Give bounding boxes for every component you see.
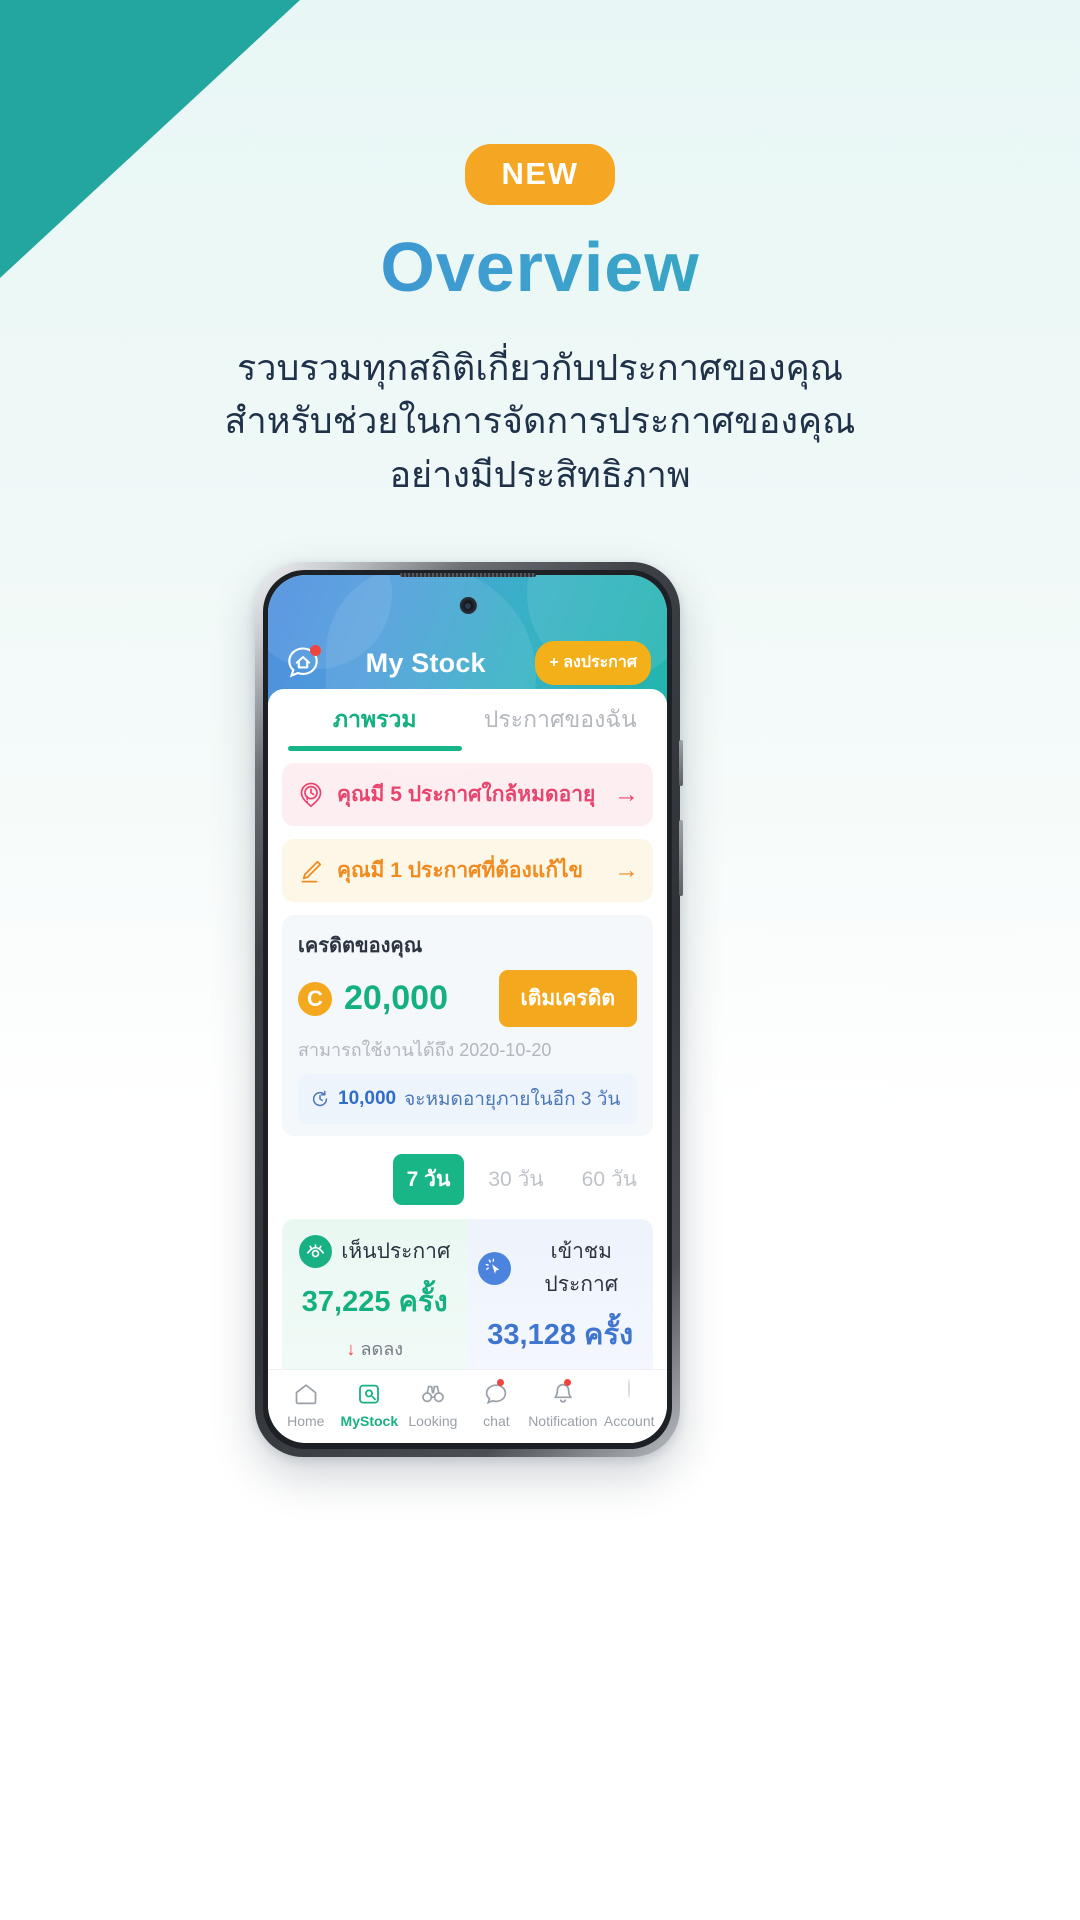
nav-item-home[interactable]: Home (274, 1380, 338, 1429)
alert-expiring-listings[interactable]: คุณมี 5 ประกาศใกล้หมดอายุ → (282, 763, 653, 826)
new-badge: NEW (465, 144, 615, 205)
app-title: My Stock (365, 647, 486, 678)
tab-my-listings[interactable]: ประกาศของฉัน (468, 689, 654, 751)
clock-rotate-icon (312, 1090, 328, 1107)
stat-visits-label: เข้าชมประกาศ (544, 1240, 619, 1296)
clock-alert-icon (300, 782, 322, 807)
app-header: My Stock + ลงประกาศ (268, 575, 667, 777)
click-cursor-icon (477, 1251, 511, 1285)
tab-bar: ภาพรวม ประกาศของฉัน (268, 689, 667, 751)
nav-item-notification-label: Notification (528, 1413, 598, 1429)
nav-item-looking[interactable]: Looking (401, 1380, 465, 1429)
avatar (628, 1379, 631, 1398)
stat-impressions-trend: ↓ ลดลง (292, 1334, 458, 1363)
hero-section: NEW Overview รวบรวมทุกสถิติเกี่ยวกับประก… (0, 0, 1080, 501)
hero-subtitle-line-1: รวบรวมทุกสถิติเกี่ยวกับประกาศของคุณ (236, 347, 844, 388)
nav-item-account-label: Account (603, 1413, 655, 1429)
notification-dot (310, 645, 321, 656)
credit-valid-until: สามารถใช้งานได้ถึง 2020-10-20 (298, 1040, 552, 1060)
page-title: Overview (0, 227, 1080, 307)
binoculars-icon (419, 1380, 447, 1408)
stock-box-icon (355, 1380, 383, 1408)
tab-my-listings-label: ประกาศของฉัน (483, 706, 637, 732)
home-chat-icon[interactable] (284, 644, 322, 682)
bottom-navigation: Home MyStock Looking chat Notification A… (268, 1369, 667, 1443)
stat-impressions-value: 37,225 ครั้ง (301, 1286, 448, 1318)
credit-amount: 20,000 (344, 979, 448, 1017)
chat-bubble-icon (482, 1379, 510, 1408)
credit-expiry-text: จะหมดอายุภายในอีก 3 วัน (404, 1089, 621, 1110)
range-filter: 7 วัน 30 วัน 60 วัน (284, 1154, 651, 1205)
nav-item-mystock[interactable]: MyStock (338, 1380, 402, 1429)
coin-icon: C (298, 981, 332, 1016)
nav-item-notification[interactable]: Notification (528, 1379, 598, 1429)
stat-visits-value: 33,128 ครั้ง (487, 1319, 634, 1351)
arrow-right-icon: → (614, 780, 639, 808)
alert-needs-edit[interactable]: คุณมี 1 ประกาศที่ต้องแก้ไข → (282, 839, 653, 902)
phone-earpiece (399, 573, 536, 577)
nav-item-chat-label: chat (483, 1413, 510, 1429)
alert-expiring-text: คุณมี 5 ประกาศใกล้หมดอายุ (337, 783, 596, 806)
pencil-edit-icon (301, 860, 322, 882)
alert-needs-edit-text: คุณมี 1 ประกาศที่ต้องแก้ไข (337, 859, 583, 882)
eye-icon (299, 1235, 333, 1268)
avatar-icon (615, 1379, 643, 1408)
tab-overview[interactable]: ภาพรวม (282, 689, 468, 751)
hero-subtitle-line-2: สำหรับช่วยในการจัดการประกาศของคุณ (224, 400, 856, 442)
arrow-right-icon: → (614, 856, 639, 884)
tab-overview-label: ภาพรวม (332, 706, 417, 732)
stat-card-impressions: เห็นประกาศ 37,225 ครั้ง ↓ ลดลง จาก 7 วัน… (282, 1219, 468, 1369)
bell-icon (549, 1379, 577, 1408)
nav-item-account[interactable]: Account (597, 1379, 661, 1429)
nav-item-mystock-label: MyStock (340, 1413, 399, 1429)
nav-item-chat[interactable]: chat (465, 1379, 529, 1429)
nav-item-looking-label: Looking (408, 1413, 458, 1429)
notification-badge-dot (563, 1379, 571, 1386)
home-icon (292, 1380, 320, 1408)
app-content: คุณมี 5 ประกาศใกล้หมดอายุ → คุณมี 1 ประก… (268, 751, 667, 1369)
stat-card-visits: เข้าชมประกาศ 33,128 ครั้ง — (467, 1219, 653, 1369)
post-listing-button[interactable]: + ลงประกาศ (535, 641, 651, 685)
range-chip-7-days[interactable]: 7 วัน (392, 1154, 465, 1205)
range-chip-30-days[interactable]: 30 วัน (474, 1154, 557, 1205)
stat-grid: เห็นประกาศ 37,225 ครั้ง ↓ ลดลง จาก 7 วัน… (282, 1219, 653, 1369)
stat-impressions-trend-label: ลดลง (360, 1339, 404, 1359)
nav-item-home-label: Home (287, 1413, 325, 1429)
hero-subtitle-line-3: อย่างมีประสิทธิภาพ (389, 453, 691, 495)
range-chip-60-days[interactable]: 60 วัน (568, 1154, 651, 1205)
trend-down-arrow: ↓ (346, 1339, 356, 1359)
credit-title: เครดิตของคุณ (298, 935, 423, 957)
credit-card: เครดิตของคุณ C 20,000 เติมเครดิต สามารถใ… (282, 915, 653, 1136)
phone-side-button-power (679, 820, 683, 896)
topup-credit-button[interactable]: เติมเครดิต (498, 970, 637, 1027)
phone-mockup: My Stock + ลงประกาศ ภาพรวม ประกาศของฉัน (255, 562, 683, 1457)
phone-front-camera (459, 597, 477, 614)
credit-expiry-banner: 10,000 จะหมดอายุภายในอีก 3 วัน (298, 1074, 637, 1124)
phone-side-button-volume (679, 740, 683, 786)
phone-screen: My Stock + ลงประกาศ ภาพรวม ประกาศของฉัน (268, 575, 667, 1443)
stat-impressions-label: เห็นประกาศ (341, 1240, 451, 1263)
hero-subtitle: รวบรวมทุกสถิติเกี่ยวกับประกาศของคุณ สำหร… (0, 341, 1080, 501)
credit-expiry-amount: 10,000 (338, 1088, 397, 1109)
